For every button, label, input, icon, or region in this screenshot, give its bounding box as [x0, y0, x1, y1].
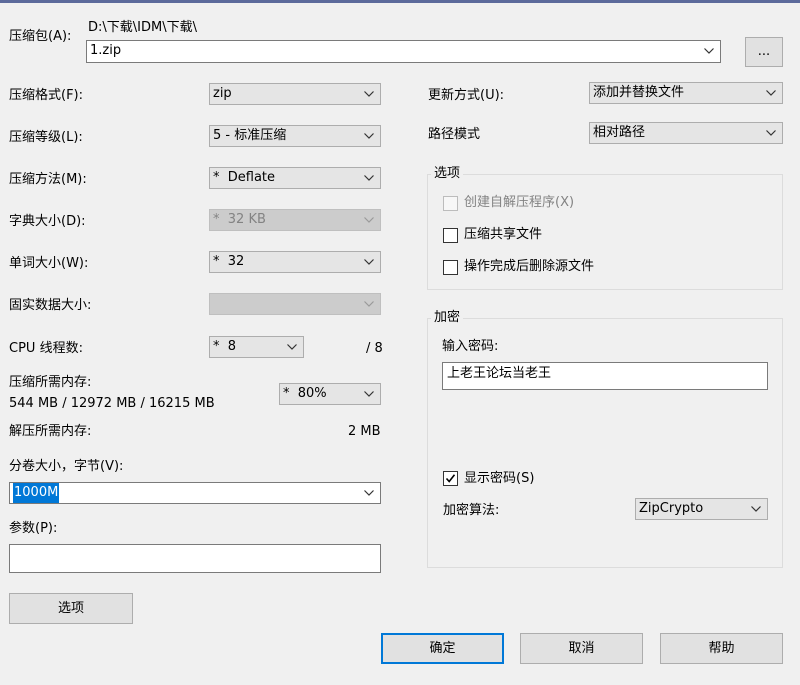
chevron-down-icon[interactable]	[751, 499, 761, 519]
params-label: 参数(P):	[9, 521, 58, 536]
options-button[interactable]: 选项	[9, 593, 133, 624]
options-group-title: 选项	[431, 166, 464, 182]
cancel-button[interactable]: 取消	[520, 633, 643, 664]
chevron-down-icon[interactable]	[364, 84, 374, 104]
help-button[interactable]: 帮助	[660, 633, 783, 664]
shared-checkbox[interactable]	[443, 228, 458, 243]
delete-checkbox[interactable]	[443, 260, 458, 275]
chevron-down-icon[interactable]	[364, 483, 374, 503]
window-top-border	[0, 0, 800, 3]
mem-percent-value: * 80%	[283, 386, 327, 401]
chevron-down-icon[interactable]	[364, 252, 374, 272]
mem-decompress-label: 解压所需内存:	[9, 424, 92, 439]
format-value: zip	[213, 86, 232, 101]
solid-label: 固实数据大小:	[9, 298, 92, 313]
password-input[interactable]: 上老王论坛当老王	[442, 362, 768, 390]
threads-max: / 8	[366, 341, 383, 356]
delete-label[interactable]: 操作完成后删除源文件	[464, 259, 594, 275]
archive-path: D:\下载\IDM\下载\	[88, 20, 197, 35]
volume-value[interactable]: 1000M	[13, 483, 60, 503]
level-select[interactable]: 5 - 标准压缩	[209, 125, 381, 147]
update-label: 更新方式(U):	[428, 88, 505, 103]
threads-label: CPU 线程数:	[9, 341, 83, 356]
chevron-down-icon	[364, 294, 374, 314]
ok-button[interactable]: 确定	[381, 633, 504, 664]
enc-method-value: ZipCrypto	[639, 501, 704, 516]
update-select[interactable]: 添加并替换文件	[589, 82, 783, 104]
dict-label: 字典大小(D):	[9, 214, 86, 229]
chevron-down-icon	[364, 210, 374, 230]
chevron-down-icon[interactable]	[364, 384, 374, 404]
pathmode-value: 相对路径	[593, 125, 646, 140]
sfx-label: 创建自解压程序(X)	[464, 195, 575, 210]
enc-method-select[interactable]: ZipCrypto	[635, 498, 768, 520]
threads-select[interactable]: * 8	[209, 336, 304, 358]
archive-filename: 1.zip	[90, 43, 122, 58]
volume-label: 分卷大小，字节(V):	[9, 459, 124, 474]
pathmode-label: 路径模式	[428, 127, 481, 142]
mem-compress-value: 544 MB / 12972 MB / 16215 MB	[9, 396, 215, 411]
chevron-down-icon[interactable]	[364, 168, 374, 188]
level-label: 压缩等级(L):	[9, 130, 83, 145]
encryption-group	[427, 318, 783, 568]
chevron-down-icon[interactable]	[766, 83, 776, 103]
threads-value: * 8	[213, 339, 237, 354]
chevron-down-icon[interactable]	[287, 337, 297, 357]
level-value: 5 - 标准压缩	[213, 128, 287, 143]
word-select[interactable]: * 32	[209, 251, 381, 273]
sfx-checkbox	[443, 196, 458, 211]
solid-select	[209, 293, 381, 315]
dict-value: * 32 KB	[213, 212, 266, 227]
method-value: * Deflate	[213, 170, 276, 185]
update-value: 添加并替换文件	[593, 85, 685, 100]
method-select[interactable]: * Deflate	[209, 167, 381, 189]
format-select[interactable]: zip	[209, 83, 381, 105]
chevron-down-icon[interactable]	[766, 123, 776, 143]
chevron-down-icon[interactable]	[364, 126, 374, 146]
checkmark-icon	[445, 474, 456, 483]
volume-combo[interactable]: 1000M	[9, 482, 381, 504]
dict-select: * 32 KB	[209, 209, 381, 231]
show-password-checkbox[interactable]	[443, 471, 458, 486]
format-label: 压缩格式(F):	[9, 88, 84, 103]
show-password-label[interactable]: 显示密码(S)	[464, 471, 534, 487]
password-label: 输入密码:	[442, 339, 499, 354]
word-value: * 32	[213, 254, 245, 269]
shared-label[interactable]: 压缩共享文件	[464, 227, 542, 243]
mem-decompress-value: 2 MB	[348, 424, 381, 439]
chevron-down-icon[interactable]	[704, 41, 714, 61]
method-label: 压缩方法(M):	[9, 172, 87, 187]
word-label: 单词大小(W):	[9, 256, 89, 271]
encryption-group-title: 加密	[431, 310, 464, 326]
enc-method-label: 加密算法:	[443, 503, 500, 518]
pathmode-select[interactable]: 相对路径	[589, 122, 783, 144]
browse-button[interactable]: ...	[745, 37, 783, 67]
archive-filename-combo[interactable]: 1.zip	[86, 40, 721, 63]
mem-percent-select[interactable]: * 80%	[279, 383, 381, 405]
params-input[interactable]	[9, 544, 381, 573]
archive-label: 压缩包(A):	[9, 29, 72, 44]
mem-compress-label: 压缩所需内存:	[9, 375, 92, 390]
